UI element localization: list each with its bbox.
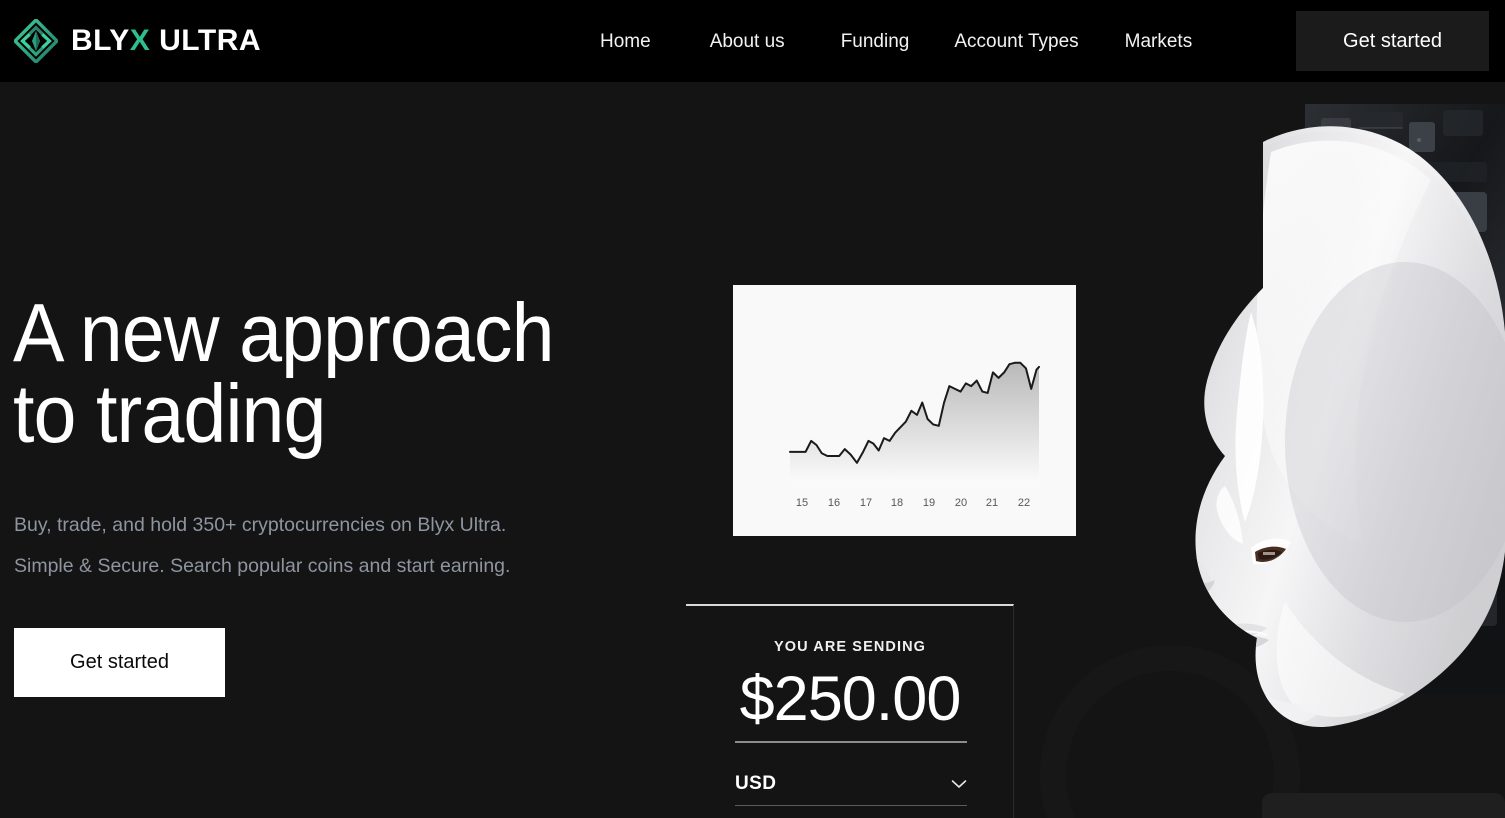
chart-x-tick: 19 — [922, 497, 936, 509]
chart-x-tick: 22 — [1017, 497, 1031, 509]
nav-item-markets[interactable]: Markets — [1125, 22, 1193, 61]
hero-title-line-1: A new approach — [13, 286, 555, 379]
hero-subtitle-line-2: Simple & Secure. Search popular coins an… — [14, 555, 511, 577]
chart-x-tick: 18 — [890, 497, 904, 509]
currency-select-value: USD — [735, 773, 777, 794]
page-title: A new approach to trading — [13, 291, 608, 455]
hero-subtitle-line-1: Buy, trade, and hold 350+ cryptocurrenci… — [14, 514, 507, 536]
bottom-right-panel-decoration — [1262, 793, 1505, 818]
nav-item-account-types[interactable]: Account Types — [954, 22, 1078, 61]
chart-x-tick: 15 — [795, 497, 809, 509]
send-amount-panel: YOU ARE SENDING $250.00 USD — [686, 604, 1014, 818]
robot-head-profile-image — [1075, 82, 1505, 818]
robot-face-shell — [1195, 126, 1505, 728]
hero-title-line-2: to trading — [13, 366, 326, 460]
diamond-layered-icon — [14, 19, 58, 63]
brand-accent-letter: X — [129, 24, 151, 57]
hero-subtitle: Buy, trade, and hold 350+ cryptocurrenci… — [14, 505, 654, 587]
chart-x-tick: 17 — [859, 497, 873, 509]
nav-item-about-us[interactable]: About us — [710, 22, 785, 61]
hero-get-started-button[interactable]: Get started — [14, 628, 225, 697]
brand-logo[interactable]: BLYX ULTRA — [14, 19, 261, 63]
header-get-started-button[interactable]: Get started — [1296, 11, 1489, 71]
chevron-down-icon — [951, 780, 967, 788]
nav-item-funding[interactable]: Funding — [841, 22, 910, 61]
chart-x-tick: 21 — [985, 497, 999, 509]
chart-x-tick: 20 — [954, 497, 968, 509]
price-chart-card[interactable]: 15 16 17 18 19 20 21 22 — [733, 285, 1076, 536]
send-panel-label: YOU ARE SENDING — [773, 639, 927, 655]
send-amount-underline — [735, 741, 967, 743]
site-header: BLYX ULTRA Home About us Funding Account… — [0, 0, 1505, 82]
currency-select-underline — [735, 805, 967, 806]
brand-name: BLYX ULTRA — [71, 24, 262, 57]
currency-select[interactable]: USD — [735, 766, 967, 802]
send-amount-value[interactable]: $250.00 — [734, 668, 966, 731]
main-navigation: Home About us Funding Account Types Mark… — [600, 0, 1192, 82]
nav-item-home[interactable]: Home — [600, 22, 651, 61]
landing-page: BLYX ULTRA Home About us Funding Account… — [0, 0, 1505, 818]
chart-x-axis: 15 16 17 18 19 20 21 22 — [733, 490, 1076, 516]
chart-x-tick: 16 — [827, 497, 841, 509]
